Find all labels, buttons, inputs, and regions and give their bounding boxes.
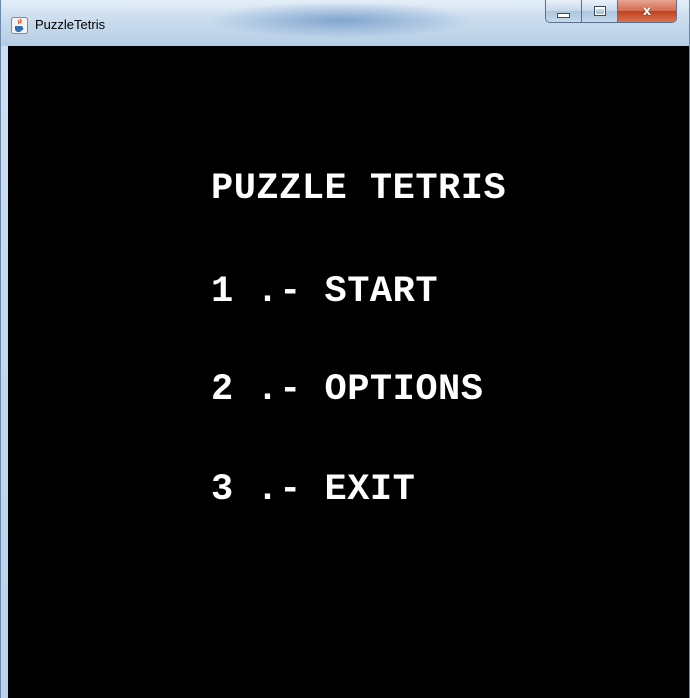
menu-item-start[interactable]: 1 .- START (211, 270, 438, 314)
minimize-icon (557, 13, 570, 18)
title-bar[interactable]: PuzzleTetris x (1, 0, 689, 46)
minimize-button[interactable] (546, 0, 582, 22)
menu-item-exit[interactable]: 3 .- EXIT (211, 468, 415, 512)
caption-buttons: x (545, 0, 677, 23)
close-icon: x (642, 3, 652, 19)
app-window: PuzzleTetris x PUZZLE TETRIS 1 .- START … (0, 0, 690, 698)
window-title: PuzzleTetris (35, 17, 106, 32)
maximize-button[interactable] (582, 0, 618, 22)
close-button[interactable]: x (618, 0, 676, 22)
maximize-icon (593, 6, 606, 16)
game-canvas[interactable]: PUZZLE TETRIS 1 .- START 2 .- OPTIONS 3 … (8, 46, 689, 698)
game-title: PUZZLE TETRIS (211, 168, 507, 210)
menu-item-options[interactable]: 2 .- OPTIONS (211, 368, 483, 412)
java-cup-icon[interactable] (11, 17, 28, 34)
